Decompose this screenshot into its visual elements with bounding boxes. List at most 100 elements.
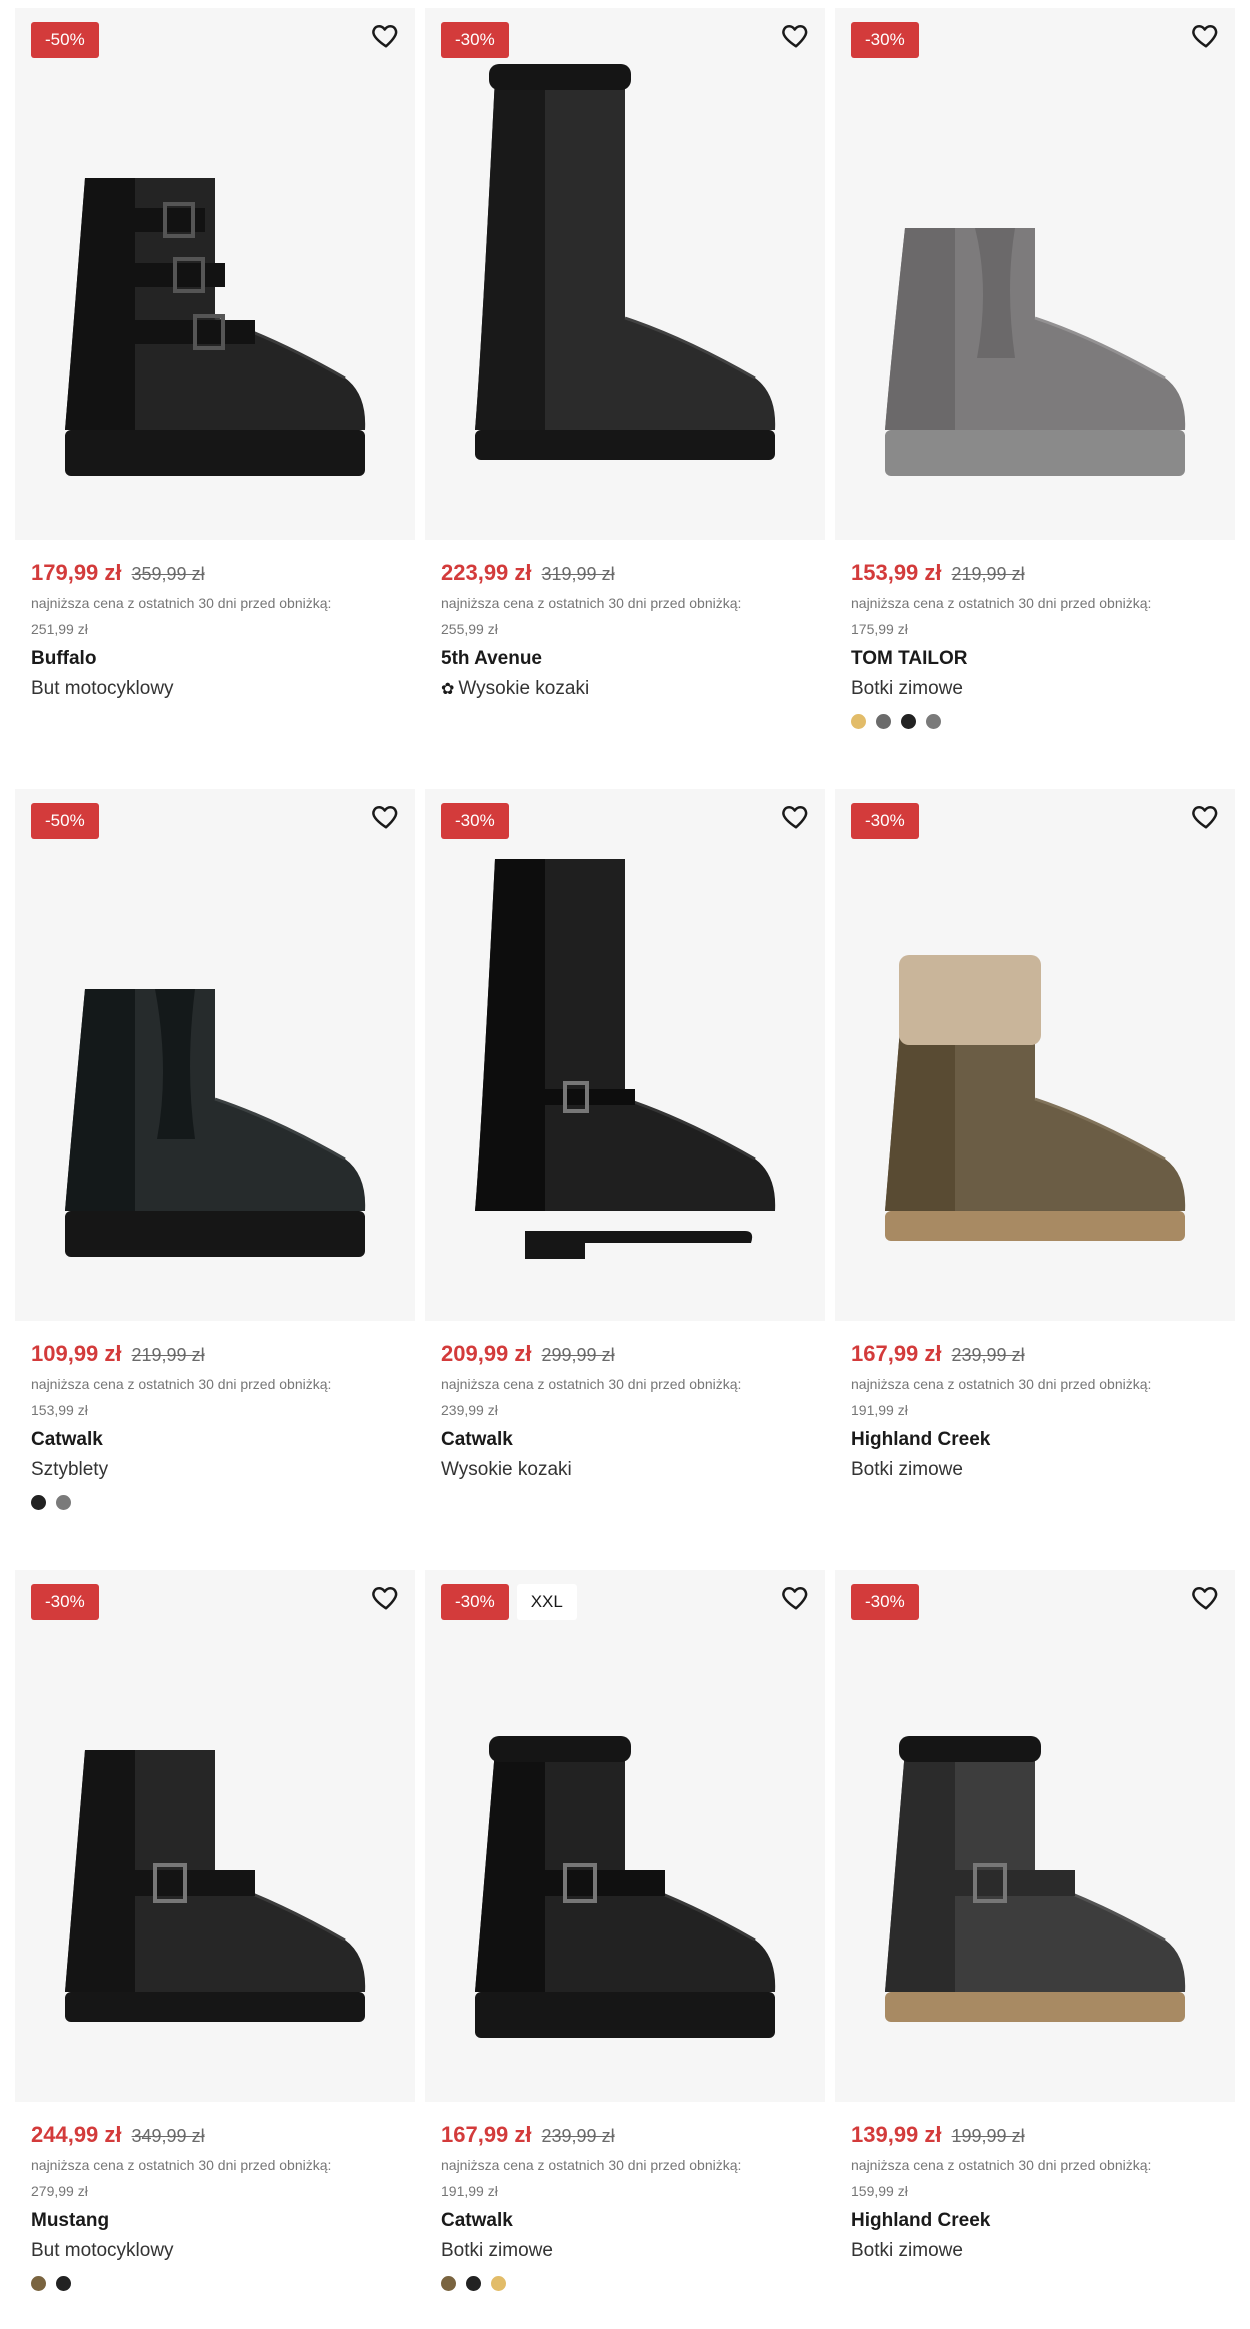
product-type-label: Wysokie kozaki xyxy=(441,1459,572,1480)
wishlist-heart-icon[interactable] xyxy=(1191,801,1221,831)
boot-image xyxy=(865,839,1205,1279)
brand-name: Catwalk xyxy=(441,1429,513,1450)
badge-group: -50% xyxy=(31,803,99,839)
current-price: 153,99 zł xyxy=(851,560,942,585)
product-card[interactable]: -30% 209,99 zł 299,99 zł najniższa cena … xyxy=(425,789,825,1549)
badge-group: -30% XXL xyxy=(441,1584,577,1620)
wishlist-heart-icon[interactable] xyxy=(371,1582,401,1612)
color-swatch[interactable] xyxy=(926,714,941,729)
lowest-price-info: najniższa cena z ostatnich 30 dni przed … xyxy=(441,2152,811,2204)
price-row: 244,99 zł 349,99 zł xyxy=(31,2122,205,2148)
product-type: Wysokie kozaki xyxy=(441,1459,572,1481)
wishlist-heart-icon[interactable] xyxy=(781,20,811,50)
product-image-area[interactable]: -50% xyxy=(15,789,415,1321)
boot-image xyxy=(455,58,795,498)
current-price: 179,99 zł xyxy=(31,560,122,585)
brand-name: TOM TAILOR xyxy=(851,648,968,669)
color-swatch[interactable] xyxy=(56,1495,71,1510)
product-type: Botki zimowe xyxy=(851,1459,963,1481)
color-swatch[interactable] xyxy=(851,714,866,729)
product-card[interactable]: -30% 223,99 zł 319,99 zł najniższa cena … xyxy=(425,8,825,768)
brand-name: 5th Avenue xyxy=(441,648,543,669)
color-swatch[interactable] xyxy=(491,2276,506,2291)
product-image-area[interactable]: -30% xyxy=(835,1570,1235,2102)
color-swatch[interactable] xyxy=(31,2276,46,2291)
product-type-label: But motocyklowy xyxy=(31,2240,174,2261)
lowest-price-value: 255,99 zł xyxy=(441,621,498,637)
discount-badge: -30% xyxy=(851,803,919,839)
boot-image xyxy=(455,1620,795,2060)
brand-name: Mustang xyxy=(31,2210,110,2231)
product-image-area[interactable]: -30% xyxy=(835,8,1235,540)
product-image-area[interactable]: -30% xyxy=(425,789,825,1321)
discount-badge: -30% xyxy=(851,22,919,58)
lowest-price-value: 279,99 zł xyxy=(31,2183,88,2199)
product-image-area[interactable]: -30% XXL xyxy=(425,1570,825,2102)
color-swatch[interactable] xyxy=(466,2276,481,2291)
product-card[interactable]: -30% 153,99 zł 219,99 zł najniższa cena … xyxy=(835,8,1235,768)
product-type: ✿ Wysokie kozaki xyxy=(441,678,589,700)
lowest-price-info: najniższa cena z ostatnich 30 dni przed … xyxy=(31,1371,401,1423)
color-swatches xyxy=(851,714,941,729)
wishlist-heart-icon[interactable] xyxy=(781,801,811,831)
discount-badge: -30% xyxy=(441,22,509,58)
lowest-price-label: najniższa cena z ostatnich 30 dni przed … xyxy=(851,595,1152,611)
lowest-price-value: 191,99 zł xyxy=(851,1402,908,1418)
product-image-area[interactable]: -30% xyxy=(425,8,825,540)
old-price: 219,99 zł xyxy=(131,1345,205,1365)
sustainability-flower-icon: ✿ xyxy=(441,681,455,698)
lowest-price-label: najniższa cena z ostatnich 30 dni przed … xyxy=(31,2157,332,2173)
old-price: 349,99 zł xyxy=(131,2126,205,2146)
product-image-area[interactable]: -30% xyxy=(15,1570,415,2102)
lowest-price-info: najniższa cena z ostatnich 30 dni przed … xyxy=(851,1371,1221,1423)
color-swatch[interactable] xyxy=(31,1495,46,1510)
discount-badge: -50% xyxy=(31,803,99,839)
price-row: 209,99 zł 299,99 zł xyxy=(441,1341,615,1367)
wishlist-heart-icon[interactable] xyxy=(1191,20,1221,50)
lowest-price-value: 251,99 zł xyxy=(31,621,88,637)
product-card[interactable]: -30% 139,99 zł 199,99 zł najniższa cena … xyxy=(835,1570,1235,2329)
current-price: 167,99 zł xyxy=(441,2122,532,2147)
lowest-price-info: najniższa cena z ostatnich 30 dni przed … xyxy=(31,590,401,642)
boot-image xyxy=(455,839,795,1279)
lowest-price-label: najniższa cena z ostatnich 30 dni przed … xyxy=(31,595,332,611)
color-swatches xyxy=(31,1495,71,1510)
product-type-label: Botki zimowe xyxy=(441,2240,553,2261)
color-swatch[interactable] xyxy=(901,714,916,729)
badge-group: -30% xyxy=(441,803,509,839)
lowest-price-label: najniższa cena z ostatnich 30 dni przed … xyxy=(851,1376,1152,1392)
old-price: 219,99 zł xyxy=(951,564,1025,584)
badge-group: -30% xyxy=(851,1584,919,1620)
color-swatches xyxy=(441,2276,506,2291)
brand-name: Catwalk xyxy=(441,2210,513,2231)
product-type: Sztyblety xyxy=(31,1459,108,1481)
price-row: 167,99 zł 239,99 zł xyxy=(851,1341,1025,1367)
wishlist-heart-icon[interactable] xyxy=(1191,1582,1221,1612)
boot-image xyxy=(865,58,1205,498)
wishlist-heart-icon[interactable] xyxy=(371,801,401,831)
color-swatch[interactable] xyxy=(56,2276,71,2291)
current-price: 139,99 zł xyxy=(851,2122,942,2147)
color-swatch[interactable] xyxy=(876,714,891,729)
product-card[interactable]: -50% 109,99 zł 219,99 zł najniższa cena … xyxy=(15,789,415,1549)
price-row: 223,99 zł 319,99 zł xyxy=(441,560,615,586)
product-type: Botki zimowe xyxy=(851,678,963,700)
brand-name: Highland Creek xyxy=(851,1429,991,1450)
product-card[interactable]: -30% XXL 167,99 zł 239,99 zł najniższa c… xyxy=(425,1570,825,2329)
product-type: Botki zimowe xyxy=(441,2240,553,2262)
product-type: Botki zimowe xyxy=(851,2240,963,2262)
boot-image xyxy=(45,1620,385,2060)
boot-image xyxy=(45,839,385,1279)
product-card[interactable]: -30% 167,99 zł 239,99 zł najniższa cena … xyxy=(835,789,1235,1549)
product-type-label: Botki zimowe xyxy=(851,2240,963,2261)
wishlist-heart-icon[interactable] xyxy=(781,1582,811,1612)
product-image-area[interactable]: -50% xyxy=(15,8,415,540)
lowest-price-value: 191,99 zł xyxy=(441,2183,498,2199)
product-image-area[interactable]: -30% xyxy=(835,789,1235,1321)
product-card[interactable]: -30% 244,99 zł 349,99 zł najniższa cena … xyxy=(15,1570,415,2329)
product-card[interactable]: -50% 179,99 zł 359,99 zł najniższa cena … xyxy=(15,8,415,768)
wishlist-heart-icon[interactable] xyxy=(371,20,401,50)
brand-name: Highland Creek xyxy=(851,2210,991,2231)
brand-name: Buffalo xyxy=(31,648,97,669)
color-swatch[interactable] xyxy=(441,2276,456,2291)
